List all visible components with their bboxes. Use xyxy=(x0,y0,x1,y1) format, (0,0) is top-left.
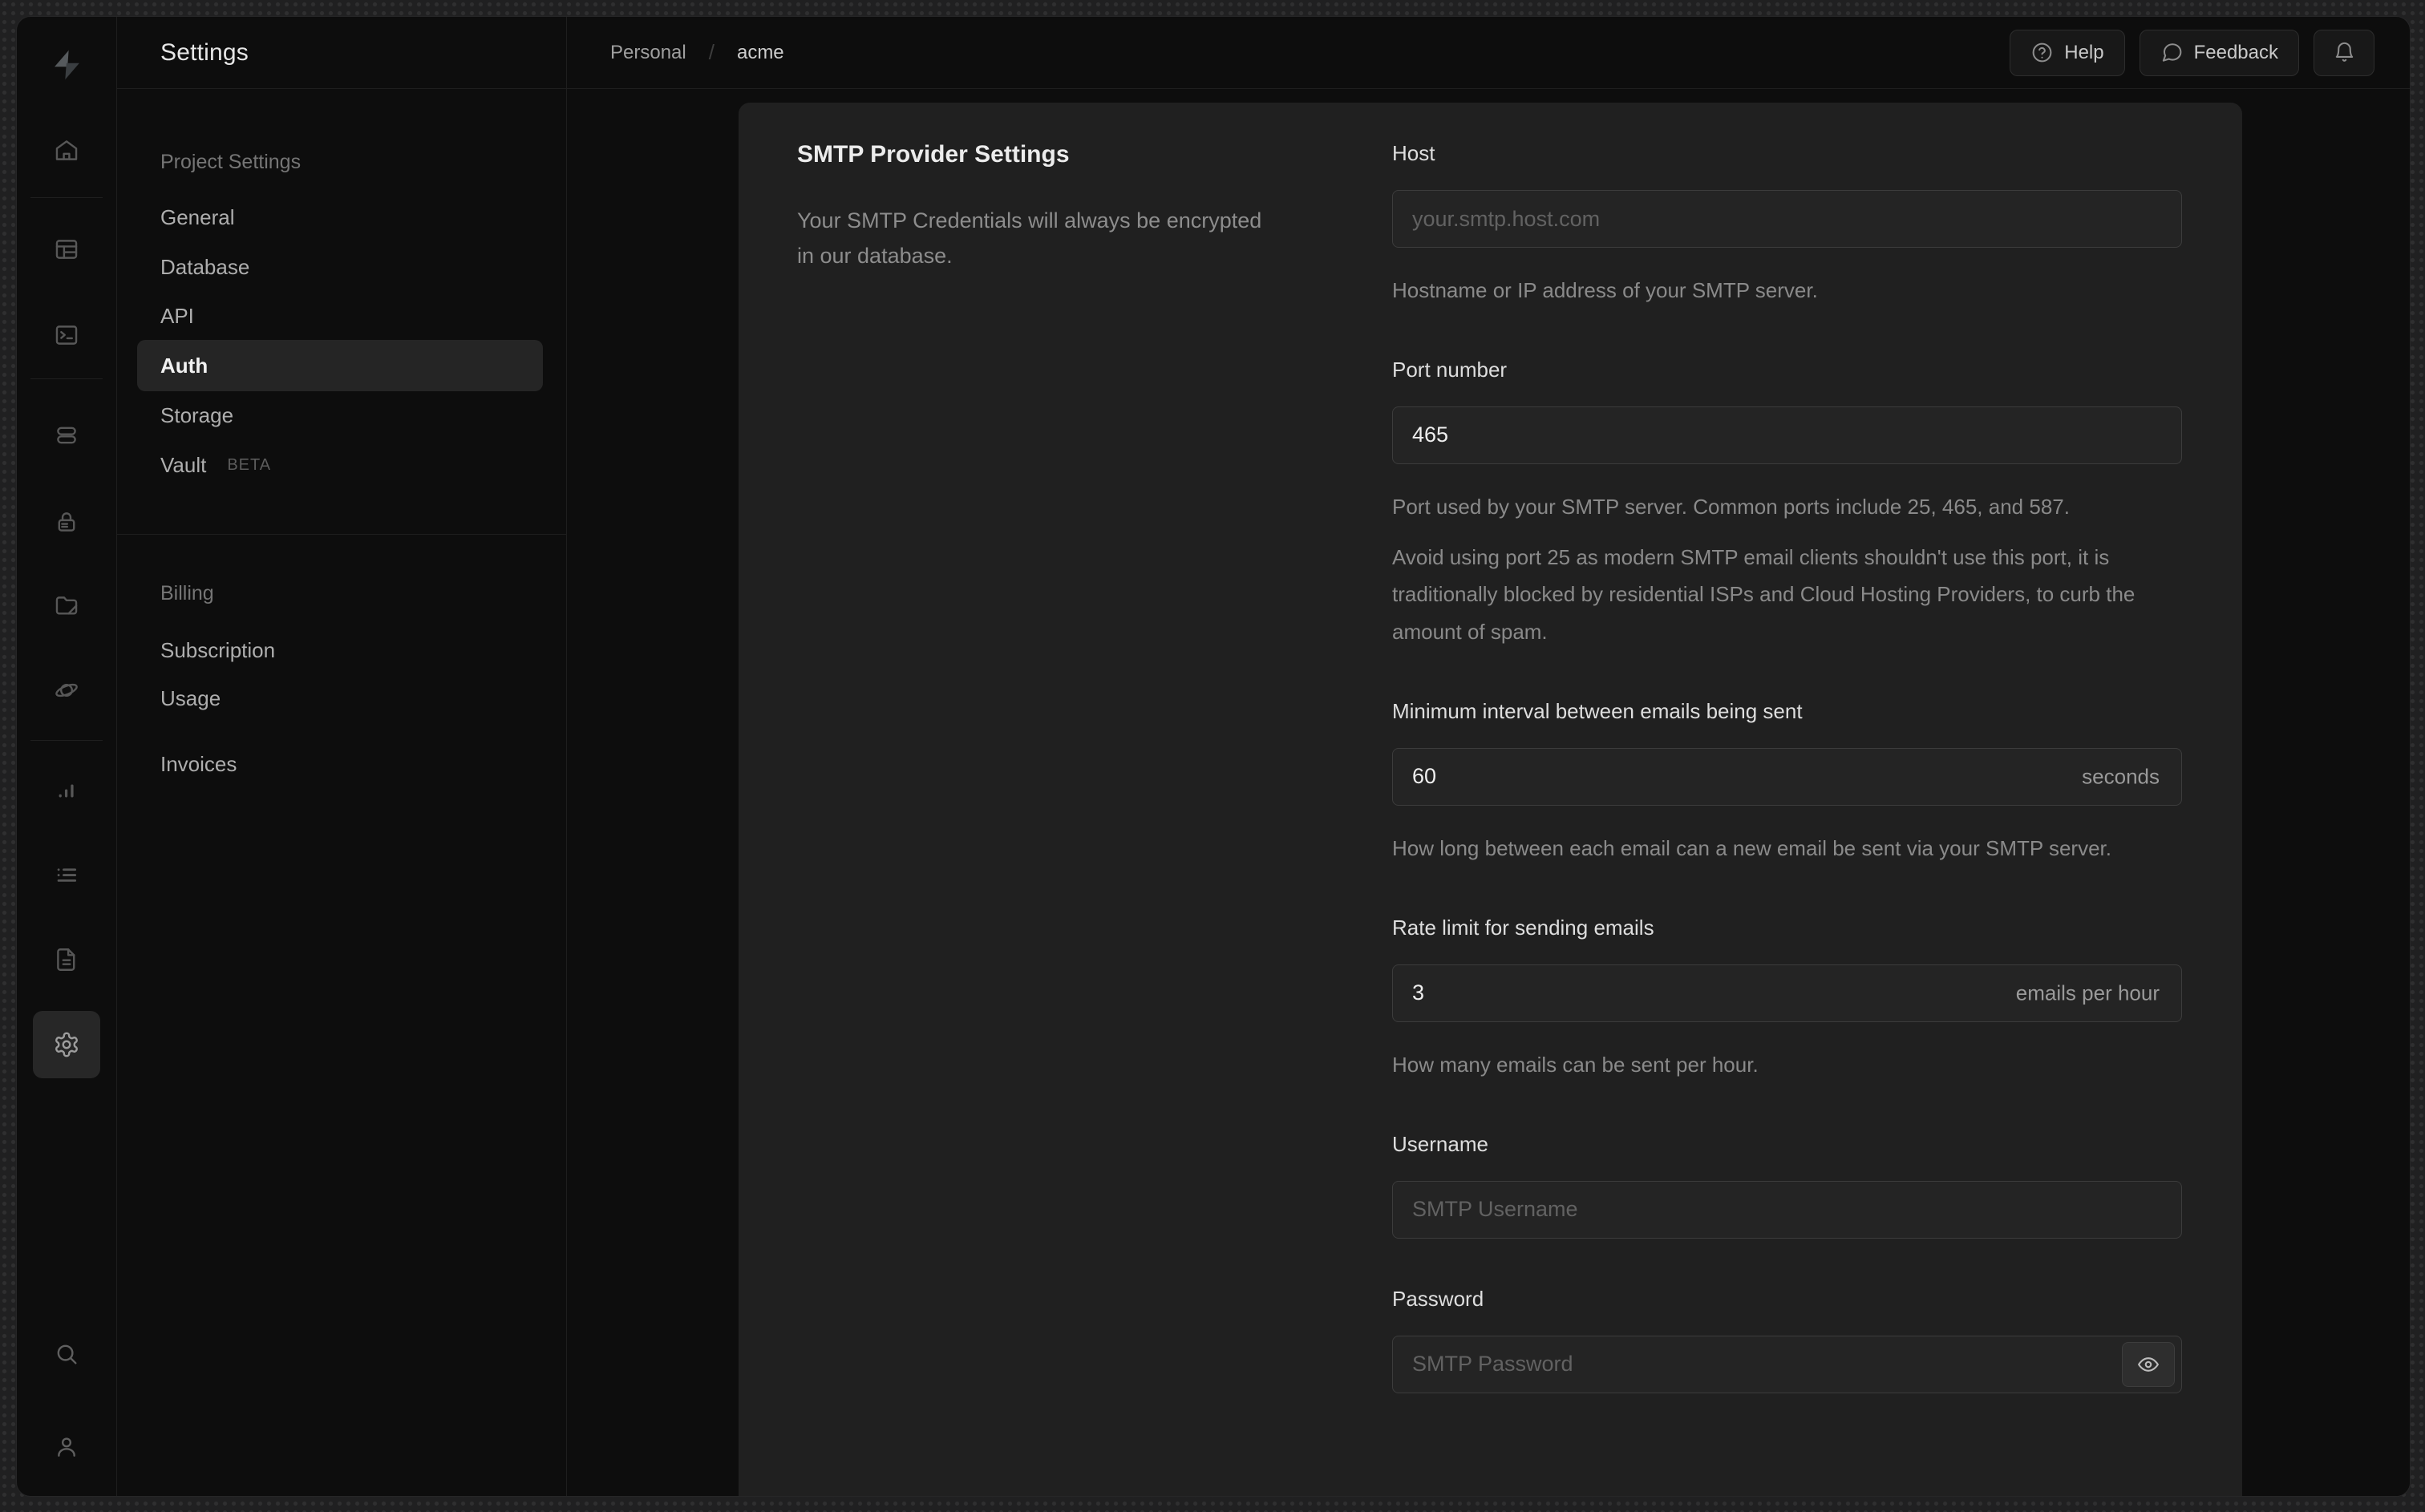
rate-limit-helper: How many emails can be sent per hour. xyxy=(1392,1052,1759,1077)
sidebar-item-subscription[interactable]: Subscription xyxy=(160,628,542,673)
notifications-button[interactable] xyxy=(2314,29,2374,76)
host-helper: Hostname or IP address of your SMTP serv… xyxy=(1392,278,1818,302)
host-label: Host xyxy=(1392,141,1435,165)
host-field: Host Hostname or IP address of your SMTP… xyxy=(1392,141,2182,309)
smtp-card-title: SMTP Provider Settings xyxy=(797,141,1070,168)
main-area: Personal / acme Help Feedback SMTP Provi… xyxy=(567,17,2410,1496)
sidebar-item-vault[interactable]: Vault BETA xyxy=(160,443,542,487)
logs-icon[interactable] xyxy=(33,841,100,908)
password-input[interactable] xyxy=(1392,1335,2182,1393)
rate-limit-field: Rate limit for sending emails emails per… xyxy=(1392,916,2182,1084)
settings-content: SMTP Provider Settings Your SMTP Credent… xyxy=(567,89,2410,1496)
smtp-card-intro: SMTP Provider Settings Your SMTP Credent… xyxy=(797,141,1392,1496)
breadcrumb-org[interactable]: Personal xyxy=(610,42,686,64)
interval-field: Minimum interval between emails being se… xyxy=(1392,699,2182,867)
password-label: Password xyxy=(1392,1286,1484,1311)
database-icon[interactable] xyxy=(33,402,100,469)
sql-editor-icon[interactable] xyxy=(33,301,100,369)
home-icon[interactable] xyxy=(33,117,100,184)
username-input[interactable] xyxy=(1392,1180,2182,1239)
edge-functions-icon[interactable] xyxy=(33,657,100,724)
project-settings-icon[interactable] xyxy=(33,1011,100,1078)
interval-input[interactable] xyxy=(1392,747,2182,806)
beta-badge: BETA xyxy=(227,455,272,474)
feedback-button[interactable]: Feedback xyxy=(2139,29,2299,76)
rail-divider xyxy=(30,740,103,741)
interval-helper: How long between each email can a new em… xyxy=(1392,835,2111,860)
profile-icon[interactable] xyxy=(33,1413,100,1481)
rail-divider xyxy=(30,197,103,198)
app-window: Settings Project Settings General Databa… xyxy=(16,16,2411,1497)
sidebar-header: Settings xyxy=(117,17,566,89)
supabase-logo[interactable] xyxy=(33,31,100,99)
nav-section-header-billing: Billing xyxy=(160,581,214,604)
topbar: Personal / acme Help Feedback xyxy=(567,17,2410,89)
topbar-actions: Help Feedback xyxy=(2010,29,2374,76)
port-field: Port number Port used by your SMTP serve… xyxy=(1392,358,2182,651)
icon-rail xyxy=(17,17,117,1496)
sidebar-item-auth[interactable]: Auth xyxy=(137,340,543,391)
bell-icon xyxy=(2335,42,2353,62)
sidebar-item-auth-label: Auth xyxy=(160,353,208,378)
storage-icon[interactable] xyxy=(33,572,100,639)
sidebar-item-vault-label: Vault xyxy=(160,452,207,477)
rail-divider xyxy=(30,378,103,379)
host-input[interactable] xyxy=(1392,190,2182,248)
eye-icon xyxy=(2138,1356,2159,1372)
help-button-label: Help xyxy=(2064,41,2104,63)
username-label: Username xyxy=(1392,1131,1488,1156)
help-button[interactable]: Help xyxy=(2010,29,2125,76)
api-docs-icon[interactable] xyxy=(33,926,100,993)
search-icon[interactable] xyxy=(33,1320,100,1388)
breadcrumb-project[interactable]: acme xyxy=(737,42,784,64)
settings-sidebar: Settings Project Settings General Databa… xyxy=(117,17,567,1496)
smtp-settings-card: SMTP Provider Settings Your SMTP Credent… xyxy=(739,103,2242,1496)
username-field: Username xyxy=(1392,1132,2182,1239)
smtp-form: Host Hostname or IP address of your SMTP… xyxy=(1392,141,2182,1496)
rate-limit-label: Rate limit for sending emails xyxy=(1392,915,1654,940)
sidebar-item-usage[interactable]: Usage xyxy=(160,676,542,721)
sidebar-item-invoices[interactable]: Invoices xyxy=(160,742,542,786)
port-warning: Avoid using port 25 as modern SMTP email… xyxy=(1392,544,2136,645)
sidebar-divider xyxy=(117,534,566,535)
interval-label: Minimum interval between emails being se… xyxy=(1392,698,1803,723)
smtp-card-description: Your SMTP Credentials will always be enc… xyxy=(797,208,1262,268)
speech-bubble-icon xyxy=(2162,43,2181,62)
breadcrumb-separator: / xyxy=(708,40,715,64)
port-label: Port number xyxy=(1392,357,1508,382)
feedback-button-label: Feedback xyxy=(2193,41,2278,63)
circle-question-icon xyxy=(2032,42,2052,63)
sidebar-item-database[interactable]: Database xyxy=(160,245,542,289)
password-field: Password xyxy=(1392,1287,2182,1393)
reports-icon[interactable] xyxy=(33,756,100,823)
rate-limit-input[interactable] xyxy=(1392,964,2182,1022)
page-title: Settings xyxy=(160,38,249,66)
nav-section-header-project-settings: Project Settings xyxy=(160,150,302,173)
sidebar-item-storage[interactable]: Storage xyxy=(160,393,542,438)
authentication-icon[interactable] xyxy=(33,488,100,556)
desktop-background: Settings Project Settings General Databa… xyxy=(0,0,2425,1512)
sidebar-item-general[interactable]: General xyxy=(160,195,542,240)
port-input[interactable] xyxy=(1392,406,2182,464)
supabase-bolt-icon xyxy=(55,50,79,80)
breadcrumb: Personal / acme xyxy=(610,40,784,65)
sidebar-item-api[interactable]: API xyxy=(160,293,542,338)
reveal-password-button[interactable] xyxy=(2122,1341,2175,1387)
table-editor-icon[interactable] xyxy=(33,216,100,283)
port-helper: Port used by your SMTP server. Common po… xyxy=(1392,494,2070,519)
